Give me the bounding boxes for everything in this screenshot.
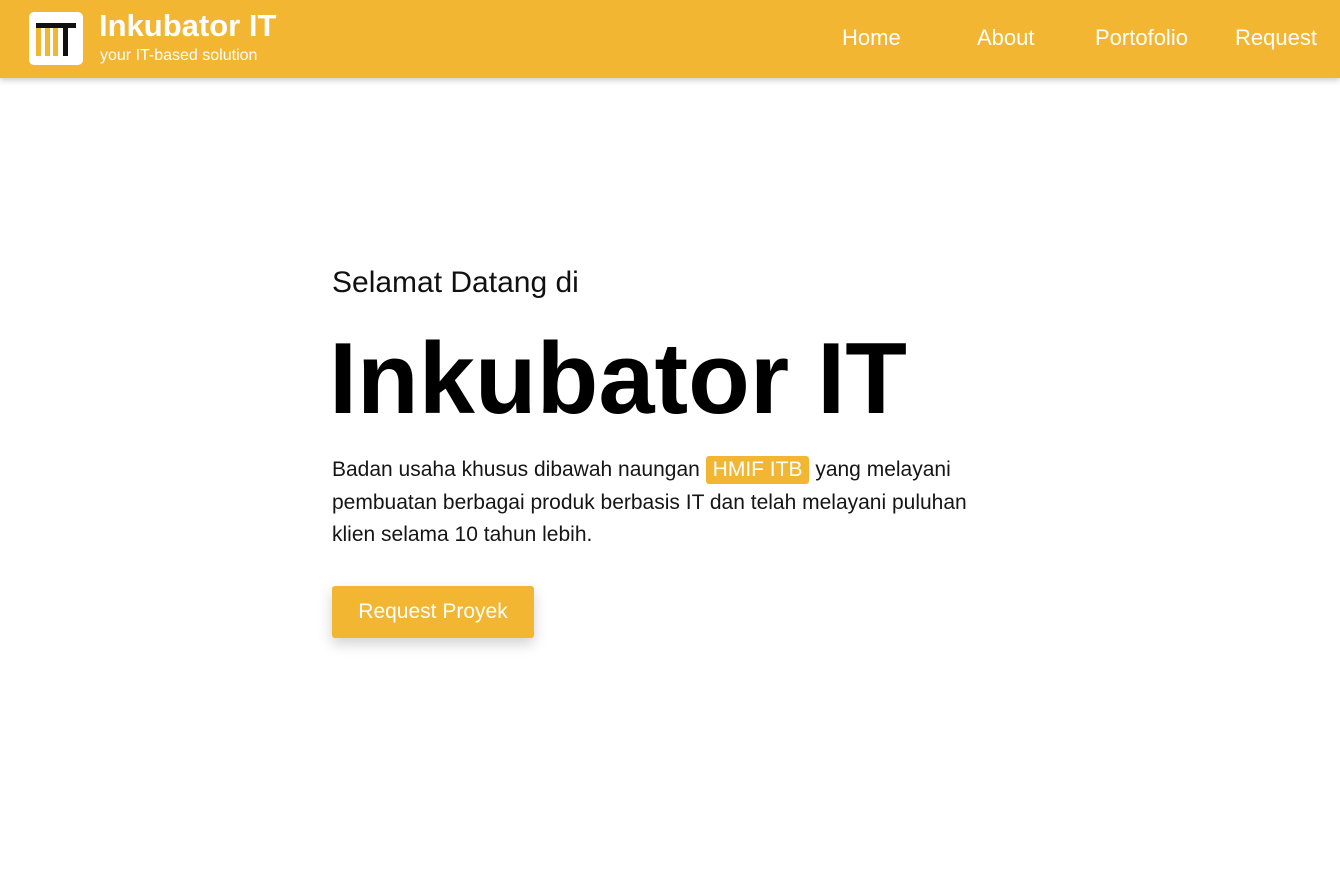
top-navbar: Inkubator IT your IT-based solution Home… — [0, 0, 1340, 78]
request-proyek-button[interactable]: Request Proyek — [332, 586, 534, 638]
hero-title: Inkubator IT — [329, 323, 907, 435]
hero-description-start: Badan usaha khusus dibawah naungan — [332, 458, 700, 481]
nav-request-link[interactable]: Request — [1235, 24, 1317, 52]
nav-portofolio-link[interactable]: Portofolio — [1095, 24, 1188, 52]
it-logo-icon[interactable] — [29, 12, 83, 65]
nav-about-link[interactable]: About — [977, 24, 1035, 52]
hero-description: Badan usaha khusus dibawah naungan HMIF … — [332, 454, 1012, 552]
nav-home-link[interactable]: Home — [842, 24, 901, 52]
hero-pretitle: Selamat Datang di — [332, 266, 579, 299]
brand-title[interactable]: Inkubator IT — [99, 8, 276, 44]
hmif-itb-badge: HMIF ITB — [705, 456, 810, 484]
brand-subtitle: your IT-based solution — [100, 47, 258, 64]
